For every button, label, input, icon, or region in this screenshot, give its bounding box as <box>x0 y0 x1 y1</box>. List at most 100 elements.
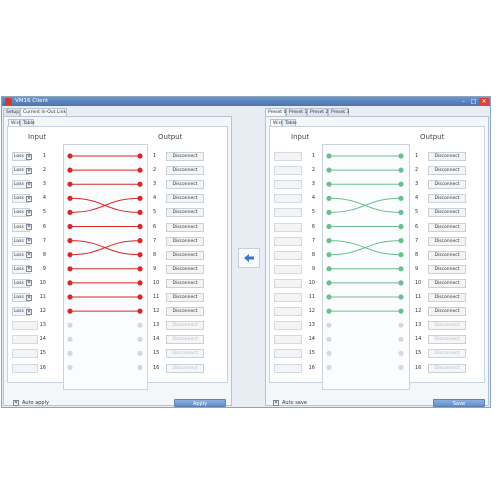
right-tabbar: Preset 0 Preset 1 Preset 2 Preset 3 <box>265 108 489 116</box>
close-icon[interactable]: ✕ <box>479 98 489 105</box>
copy-to-current-button[interactable] <box>238 248 260 268</box>
tab-current-in-out-link[interactable]: Current In-Out Link <box>20 108 67 116</box>
arrow-left-icon <box>244 254 254 262</box>
tab-preset-0[interactable]: Preset 0 <box>265 108 286 116</box>
input-port-dot[interactable] <box>67 266 73 272</box>
input-port-dot[interactable] <box>67 294 73 300</box>
wire-diagram <box>326 153 404 371</box>
wire-link[interactable] <box>328 197 402 213</box>
minimize-icon[interactable]: – <box>459 98 468 105</box>
input-port-dot[interactable] <box>326 238 332 244</box>
output-port-dot[interactable] <box>398 195 404 201</box>
output-port-dot[interactable] <box>398 167 404 173</box>
left-frame: Wire Table Input Output Loss ✕ 1 1 Disconnec… <box>3 116 232 407</box>
output-port-dot[interactable] <box>137 181 143 187</box>
output-port-dot[interactable] <box>398 223 404 230</box>
output-port-dot[interactable] <box>398 336 404 342</box>
auto-apply-checkbox[interactable]: ✕ <box>13 400 19 406</box>
input-port-dot[interactable] <box>326 308 332 314</box>
tab-preset-3[interactable]: Preset 3 <box>328 108 349 116</box>
app-icon <box>5 98 12 105</box>
input-port-dot[interactable] <box>326 181 332 187</box>
input-port-dot[interactable] <box>67 195 73 201</box>
output-port-dot[interactable] <box>137 364 143 371</box>
input-port-dot[interactable] <box>67 238 73 244</box>
output-port-dot[interactable] <box>137 252 143 258</box>
left-wire-panel: Input Output Loss ✕ 1 1 Disconnect Loss ✕ 2 2 Dis… <box>7 126 228 390</box>
wire-link[interactable] <box>328 240 402 256</box>
input-port-dot[interactable] <box>326 153 332 159</box>
input-port-dot[interactable] <box>326 280 332 286</box>
output-port-dot[interactable] <box>137 336 143 342</box>
output-port-dot[interactable] <box>398 209 404 215</box>
wire-link[interactable] <box>69 197 141 213</box>
input-port-dot[interactable] <box>326 364 332 371</box>
output-port-dot[interactable] <box>137 350 143 356</box>
output-port-dot[interactable] <box>398 238 404 244</box>
maximize-icon[interactable]: □ <box>469 98 478 105</box>
tab-preset-1[interactable]: Preset 1 <box>286 108 307 116</box>
output-port-dot[interactable] <box>398 280 404 286</box>
output-port-dot[interactable] <box>398 308 404 314</box>
input-port-dot[interactable] <box>326 336 332 342</box>
app-window: VM16 Client – □ ✕ Setup Current In-Out L… <box>1 96 491 408</box>
output-port-dot[interactable] <box>398 294 404 300</box>
input-port-dot[interactable] <box>67 181 73 187</box>
input-port-dot[interactable] <box>67 280 73 286</box>
input-port-dot[interactable] <box>67 322 73 328</box>
input-port-dot[interactable] <box>326 195 332 201</box>
save-button[interactable]: Save <box>433 399 485 407</box>
output-port-dot[interactable] <box>137 167 143 173</box>
title-bar[interactable]: VM16 Client – □ ✕ <box>2 97 490 106</box>
subtab-wire[interactable]: Wire <box>270 119 283 126</box>
output-port-dot[interactable] <box>137 238 143 244</box>
subtab-table[interactable]: Table <box>20 119 35 126</box>
input-port-dot[interactable] <box>326 252 332 258</box>
output-port-dot[interactable] <box>137 153 143 159</box>
input-port-dot[interactable] <box>67 252 73 258</box>
output-port-dot[interactable] <box>137 322 143 328</box>
input-port-dot[interactable] <box>326 223 332 230</box>
input-port-dot[interactable] <box>67 223 73 230</box>
auto-apply-label: Auto apply <box>22 400 49 406</box>
input-port-dot[interactable] <box>326 294 332 300</box>
input-port-dot[interactable] <box>67 350 73 356</box>
input-port-dot[interactable] <box>326 322 332 328</box>
output-port-dot[interactable] <box>398 350 404 356</box>
subtab-wire[interactable]: Wire <box>8 119 21 126</box>
input-port-dot[interactable] <box>67 336 73 342</box>
output-port-dot[interactable] <box>137 195 143 201</box>
output-port-dot[interactable] <box>398 322 404 328</box>
output-port-dot[interactable] <box>398 252 404 258</box>
wire-diagram <box>67 153 143 371</box>
output-port-dot[interactable] <box>137 209 143 215</box>
tab-setup[interactable]: Setup <box>3 108 20 116</box>
left-tabbar: Setup Current In-Out Link <box>3 108 232 116</box>
input-port-dot[interactable] <box>67 153 73 159</box>
input-port-dot[interactable] <box>326 167 332 173</box>
input-port-dot[interactable] <box>67 209 73 215</box>
output-port-dot[interactable] <box>398 181 404 187</box>
tab-preset-2[interactable]: Preset 2 <box>307 108 328 116</box>
input-port-dot[interactable] <box>67 364 73 371</box>
output-port-dot[interactable] <box>398 364 404 371</box>
output-port-dot[interactable] <box>137 294 143 300</box>
right-wire-panel: Input Output 1 1 Disconnect 2 2 Disconnect 3 3 D… <box>269 126 485 390</box>
apply-button[interactable]: Apply <box>174 399 226 407</box>
output-port-dot[interactable] <box>137 223 143 230</box>
output-port-dot[interactable] <box>398 266 404 272</box>
input-port-dot[interactable] <box>67 167 73 173</box>
subtab-table[interactable]: Table <box>282 119 297 126</box>
output-port-dot[interactable] <box>398 153 404 159</box>
output-port-dot[interactable] <box>137 308 143 314</box>
current-link-pane: Setup Current In-Out Link Wire Table Inp… <box>3 108 232 407</box>
output-port-dot[interactable] <box>137 266 143 272</box>
right-frame: Wire Table Input Output 1 1 Disconnect 2 2 Di… <box>265 116 489 407</box>
wire-link[interactable] <box>69 240 141 256</box>
input-port-dot[interactable] <box>326 209 332 215</box>
output-port-dot[interactable] <box>137 280 143 286</box>
input-port-dot[interactable] <box>67 308 73 314</box>
input-port-dot[interactable] <box>326 266 332 272</box>
input-port-dot[interactable] <box>326 350 332 356</box>
auto-save-checkbox[interactable]: ✕ <box>273 400 279 406</box>
